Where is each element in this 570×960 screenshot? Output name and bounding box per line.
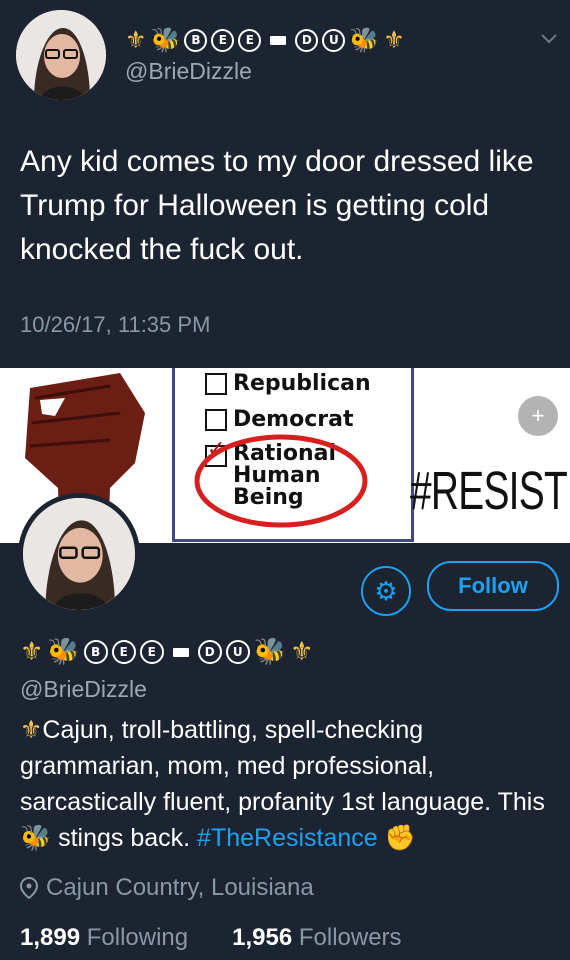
- ballot-card: Republican Democrat Rational Human Being: [172, 368, 414, 542]
- bee-icon: 🐝: [150, 26, 181, 54]
- letter-e-badge-2: E: [139, 640, 164, 664]
- letter-e-badge-2: E: [238, 28, 262, 52]
- add-photo-icon[interactable]: +: [518, 396, 558, 436]
- follow-button[interactable]: Follow: [427, 561, 559, 611]
- dash-icon: [270, 35, 287, 45]
- display-name: ⚜ 🐝 B E E D U 🐝 ⚜: [125, 22, 405, 58]
- location-pin-icon: [20, 877, 38, 899]
- letter-e-badge: E: [211, 28, 235, 52]
- bee-icon-2: 🐝: [349, 26, 380, 54]
- letter-u-badge: U: [322, 28, 346, 52]
- fleur-de-lis-icon: ⚜: [125, 26, 147, 54]
- empty-checkbox-icon: [205, 408, 227, 431]
- letter-u-badge: U: [225, 640, 250, 664]
- settings-gear-button[interactable]: ⚙: [361, 566, 411, 616]
- bee-icon-2: 🐝: [253, 637, 287, 667]
- fleur-de-lis-icon-2: ⚜: [290, 637, 314, 667]
- red-circle-mark: [194, 434, 368, 528]
- bee-icon: 🐝: [47, 637, 80, 667]
- profile-handle: @BrieDizzle: [20, 676, 147, 702]
- tweet-text: Any kid comes to my door dressed like Tr…: [20, 145, 534, 266]
- gear-icon: ⚙: [374, 575, 398, 606]
- hashtag-link[interactable]: #TheResistance: [197, 824, 378, 852]
- fleur-de-lis-icon-2: ⚜: [383, 26, 405, 54]
- profile-avatar[interactable]: [18, 493, 140, 615]
- raised-fist-icon: ✊: [384, 823, 416, 852]
- letter-e-badge: E: [111, 640, 136, 664]
- avatar[interactable]: [16, 10, 106, 100]
- followers-stat[interactable]: 1,956 Followers: [232, 924, 401, 952]
- resist-hashtag: #RESIST: [410, 461, 568, 521]
- letter-d-badge: D: [295, 28, 319, 52]
- profile-stats: 1,899 Following 1,956 Followers: [20, 924, 402, 952]
- tweet: ⚜ 🐝 B E E D U 🐝 ⚜ @BrieDizzle Any kid co…: [0, 0, 570, 368]
- empty-checkbox-icon: [205, 372, 227, 395]
- chevron-down-icon[interactable]: [540, 28, 558, 51]
- tweet-handle[interactable]: @BrieDizzle: [125, 58, 252, 85]
- profile-bio: ⚜Cajun, troll-battling, spell-checking g…: [20, 715, 545, 852]
- letter-b-badge: B: [184, 28, 208, 52]
- profile-display-name: ⚜ 🐝 B E E D U 🐝 ⚜: [20, 634, 313, 670]
- tweet-timestamp: 10/26/17, 11:35 PM: [20, 312, 211, 337]
- fleur-de-lis-icon: ⚜: [20, 637, 44, 667]
- profile-location: Cajun Country, Louisiana: [20, 874, 314, 902]
- fleur-de-lis-icon: ⚜: [20, 715, 43, 744]
- letter-d-badge: D: [197, 640, 222, 664]
- bee-icon: 🐝: [20, 823, 52, 852]
- dash-icon: [172, 647, 189, 657]
- letter-b-badge: B: [83, 640, 108, 664]
- following-stat[interactable]: 1,899 Following: [20, 924, 188, 952]
- ballot-option-republican: Republican: [205, 371, 371, 396]
- ballot-option-democrat: Democrat: [205, 407, 353, 432]
